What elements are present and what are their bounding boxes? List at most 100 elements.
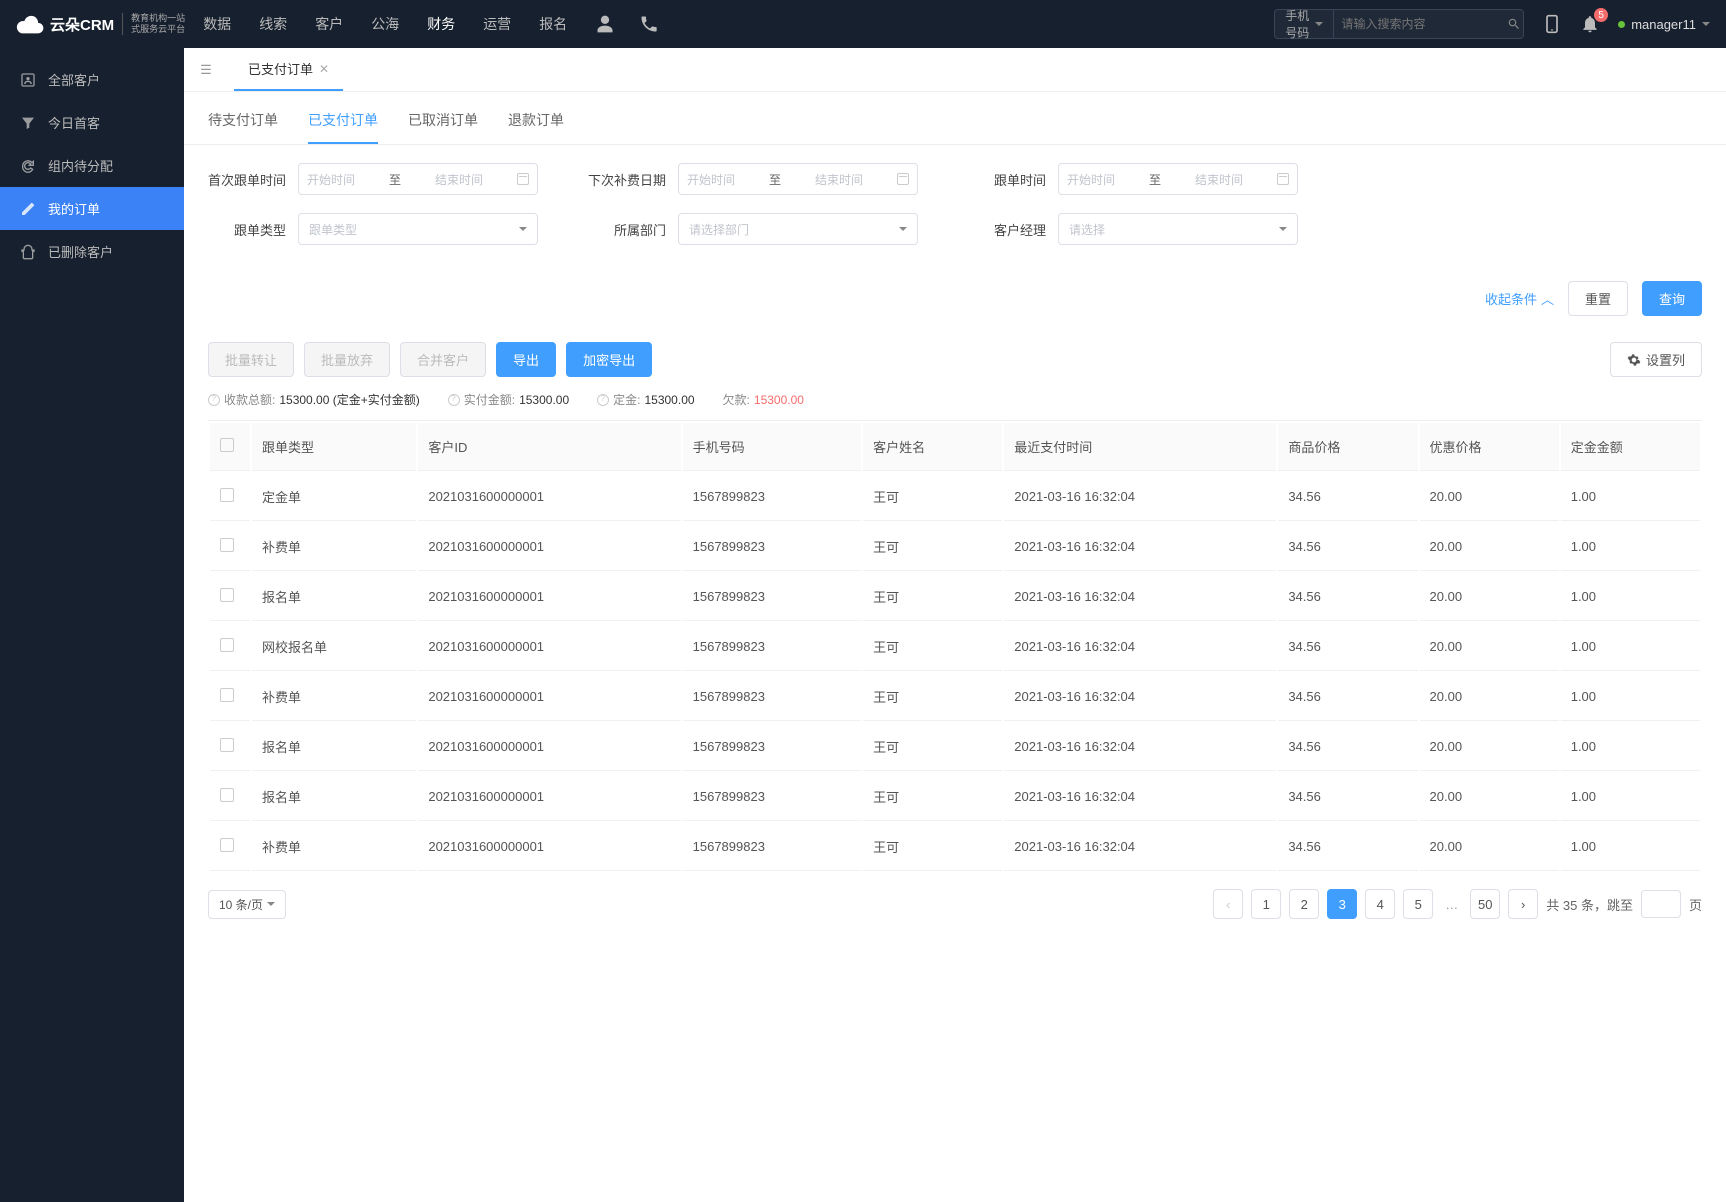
- merge-customer-button[interactable]: 合并客户: [400, 342, 486, 377]
- row-checkbox[interactable]: [220, 488, 234, 502]
- table-row[interactable]: 定金单20210316000000011567899823王可2021-03-1…: [210, 473, 1700, 521]
- follow-time-range[interactable]: 开始时间至结束时间: [1058, 163, 1298, 195]
- row-checkbox[interactable]: [220, 538, 234, 552]
- batch-abandon-button[interactable]: 批量放弃: [304, 342, 390, 377]
- username: manager11: [1631, 17, 1696, 32]
- table-row[interactable]: 报名单20210316000000011567899823王可2021-03-1…: [210, 573, 1700, 621]
- page-4[interactable]: 4: [1365, 889, 1395, 919]
- cell-phone: 1567899823: [683, 673, 861, 721]
- phone-icon[interactable]: [639, 14, 659, 34]
- manager-select[interactable]: 请选择: [1058, 213, 1298, 245]
- trash-icon: [20, 244, 36, 260]
- sidebar-item-已删除客户[interactable]: 已删除客户: [0, 230, 184, 273]
- page-5[interactable]: 5: [1403, 889, 1433, 919]
- manager-label: 客户经理: [968, 220, 1046, 239]
- last-page-button[interactable]: 50: [1470, 889, 1500, 919]
- topnav-财务[interactable]: 财务: [427, 14, 455, 34]
- cell-type: 定金单: [252, 473, 416, 521]
- row-checkbox[interactable]: [220, 688, 234, 702]
- person-icon[interactable]: [595, 14, 615, 34]
- search-box[interactable]: 手机号码: [1274, 9, 1524, 39]
- collapse-filters-link[interactable]: 收起条件 ︿: [1485, 289, 1554, 308]
- sub-tab-退款订单[interactable]: 退款订单: [508, 110, 564, 144]
- search-type-select[interactable]: 手机号码: [1275, 10, 1333, 38]
- export-button[interactable]: 导出: [496, 342, 556, 377]
- page-2[interactable]: 2: [1289, 889, 1319, 919]
- cell-deposit: 1.00: [1561, 573, 1700, 621]
- sidebar-item-全部客户[interactable]: 全部客户: [0, 58, 184, 101]
- ellipsis-icon: …: [1441, 897, 1462, 912]
- dept-select[interactable]: 请选择部门: [678, 213, 918, 245]
- cell-phone: 1567899823: [683, 573, 861, 621]
- cell-time: 2021-03-16 16:32:04: [1004, 573, 1276, 621]
- set-columns-button[interactable]: 设置列: [1610, 342, 1702, 377]
- chevron-down-icon: [1315, 22, 1323, 26]
- table-row[interactable]: 报名单20210316000000011567899823王可2021-03-1…: [210, 723, 1700, 771]
- bell-icon[interactable]: 5: [1580, 14, 1600, 34]
- sidebar-item-label: 今日首客: [48, 113, 100, 132]
- topnav-公海[interactable]: 公海: [371, 14, 399, 34]
- cell-id: 2021031600000001: [418, 623, 680, 671]
- sub-tab-待支付订单[interactable]: 待支付订单: [208, 110, 278, 144]
- next-page-button[interactable]: ›: [1508, 889, 1538, 919]
- follow-type-select[interactable]: 跟单类型: [298, 213, 538, 245]
- sub-tabs: 待支付订单已支付订单已取消订单退款订单: [184, 92, 1726, 145]
- topnav-线索[interactable]: 线索: [259, 14, 287, 34]
- chevron-up-icon: ︿: [1541, 289, 1554, 308]
- first-follow-time-range[interactable]: 开始时间至结束时间: [298, 163, 538, 195]
- topnav-运营[interactable]: 运营: [483, 14, 511, 34]
- cell-phone: 1567899823: [683, 473, 861, 521]
- sidebar-item-组内待分配[interactable]: 组内待分配: [0, 144, 184, 187]
- row-checkbox[interactable]: [220, 738, 234, 752]
- prev-page-button[interactable]: ‹: [1213, 889, 1243, 919]
- sub-tab-已支付订单[interactable]: 已支付订单: [308, 110, 378, 144]
- close-icon[interactable]: ✕: [319, 62, 329, 76]
- search-button[interactable]: [1505, 10, 1524, 38]
- jump-page-input[interactable]: [1641, 890, 1681, 918]
- query-button[interactable]: 查询: [1642, 281, 1702, 316]
- sub-tab-已取消订单[interactable]: 已取消订单: [408, 110, 478, 144]
- sidebar-item-我的订单[interactable]: 我的订单: [0, 187, 184, 230]
- page-1[interactable]: 1: [1251, 889, 1281, 919]
- cell-id: 2021031600000001: [418, 573, 680, 621]
- mobile-icon[interactable]: [1542, 14, 1562, 34]
- cell-time: 2021-03-16 16:32:04: [1004, 523, 1276, 571]
- dept-label: 所属部门: [588, 220, 666, 239]
- page-3[interactable]: 3: [1327, 889, 1357, 919]
- cell-discount: 20.00: [1420, 623, 1559, 671]
- cell-price: 34.56: [1278, 573, 1417, 621]
- cloud-icon: [16, 13, 44, 35]
- column-header: 最近支付时间: [1004, 423, 1276, 471]
- logo-text: 云朵CRM: [50, 14, 114, 35]
- sidebar-item-label: 全部客户: [48, 70, 100, 89]
- table-row[interactable]: 网校报名单20210316000000011567899823王可2021-03…: [210, 623, 1700, 671]
- batch-transfer-button[interactable]: 批量转让: [208, 342, 294, 377]
- cell-phone: 1567899823: [683, 773, 861, 821]
- search-input[interactable]: [1334, 17, 1505, 31]
- header: 云朵CRM 教育机构一站式服务云平台 数据 线索 客户 公海 财务 运营 报名 手机号码 5…: [0, 0, 1726, 48]
- topnav-数据[interactable]: 数据: [203, 14, 231, 34]
- page-tab-label: 已支付订单: [248, 59, 313, 78]
- row-checkbox[interactable]: [220, 588, 234, 602]
- page-tab[interactable]: 已支付订单 ✕: [234, 48, 343, 91]
- topnav-客户[interactable]: 客户: [315, 14, 343, 34]
- table-row[interactable]: 补费单20210316000000011567899823王可2021-03-1…: [210, 523, 1700, 571]
- encrypt-export-button[interactable]: 加密导出: [566, 342, 652, 377]
- select-all-checkbox[interactable]: [220, 438, 234, 452]
- logo[interactable]: 云朵CRM 教育机构一站式服务云平台: [16, 13, 185, 35]
- row-checkbox[interactable]: [220, 788, 234, 802]
- next-fee-date-range[interactable]: 开始时间至结束时间: [678, 163, 918, 195]
- cell-name: 王可: [863, 473, 1002, 521]
- table-row[interactable]: 报名单20210316000000011567899823王可2021-03-1…: [210, 773, 1700, 821]
- row-checkbox[interactable]: [220, 638, 234, 652]
- reset-button[interactable]: 重置: [1568, 281, 1628, 316]
- user-menu[interactable]: manager11: [1618, 17, 1710, 32]
- topnav-报名[interactable]: 报名: [539, 14, 567, 34]
- sidebar-item-label: 我的订单: [48, 199, 100, 218]
- table-row[interactable]: 补费单20210316000000011567899823王可2021-03-1…: [210, 823, 1700, 871]
- page-size-select[interactable]: 10 条/页: [208, 890, 286, 919]
- row-checkbox[interactable]: [220, 838, 234, 852]
- table-row[interactable]: 补费单20210316000000011567899823王可2021-03-1…: [210, 673, 1700, 721]
- sidebar-item-今日首客[interactable]: 今日首客: [0, 101, 184, 144]
- collapse-sidebar-icon[interactable]: ☰: [194, 62, 218, 78]
